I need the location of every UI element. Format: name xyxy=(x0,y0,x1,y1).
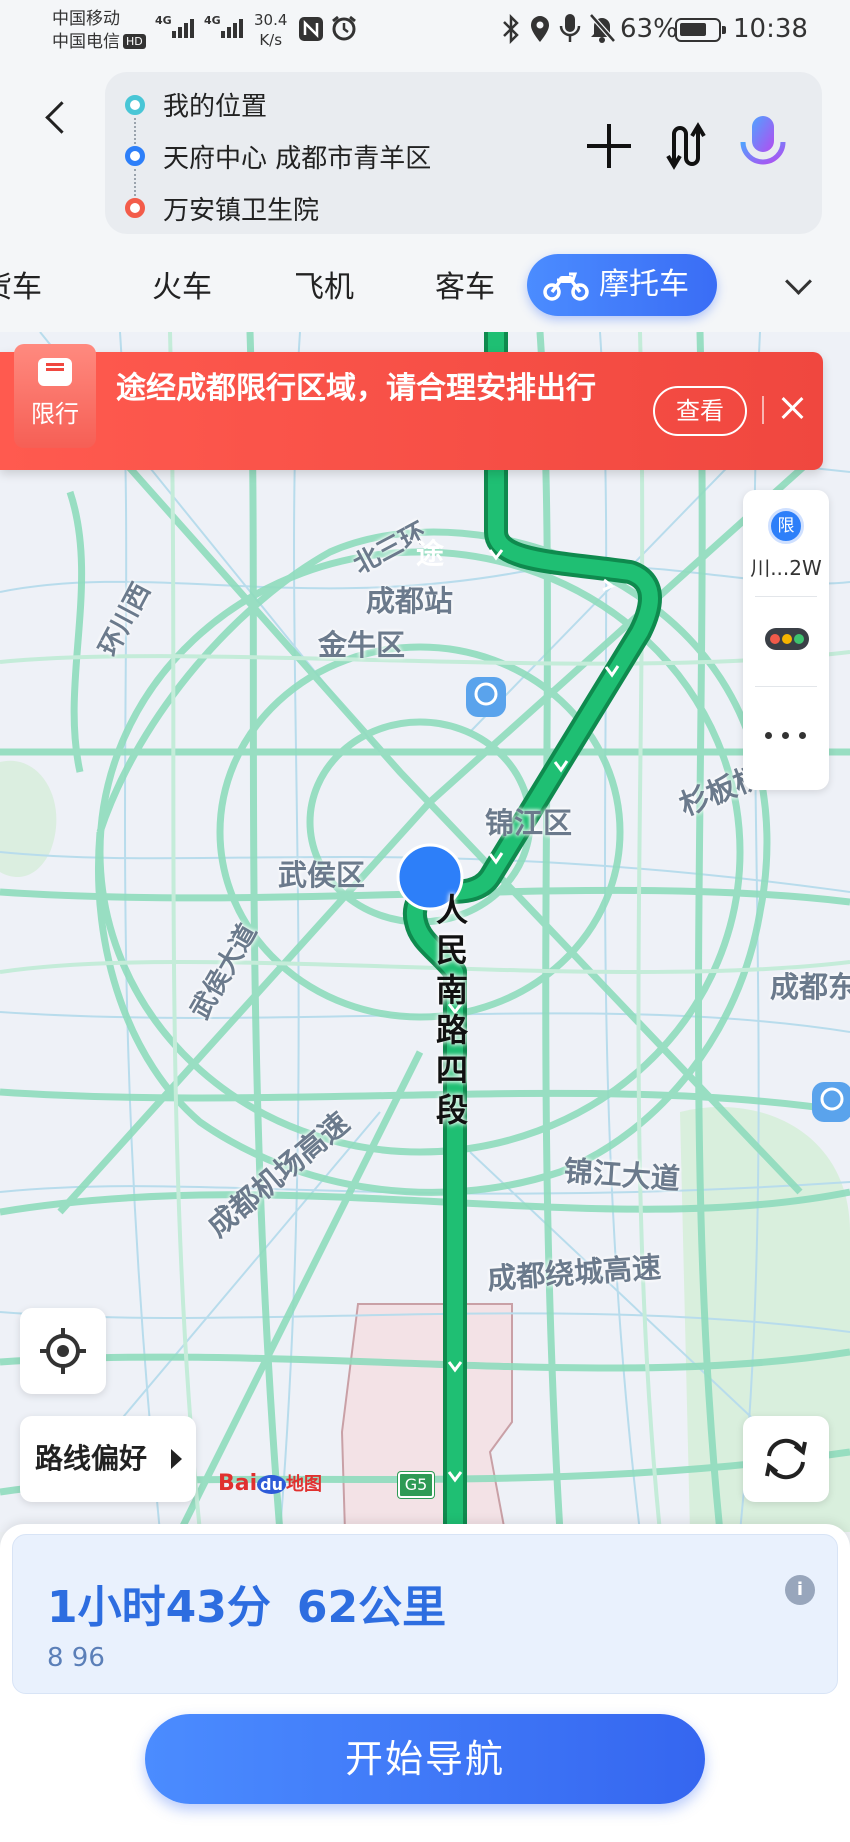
signal-2-label: 4G xyxy=(204,14,221,27)
divider xyxy=(755,596,817,597)
battery-percent: 63% xyxy=(620,14,678,44)
carrier-1: 中国移动 xyxy=(52,9,120,29)
caret-right-icon xyxy=(171,1449,182,1469)
locate-me-button[interactable] xyxy=(20,1308,106,1394)
map-canvas xyxy=(0,332,850,1532)
motorcycle-icon xyxy=(543,272,589,301)
route-waypoints-card: 我的位置 天府中心 成都市青羊区 万安镇卫生院 xyxy=(105,72,822,234)
divider xyxy=(762,396,764,424)
divider xyxy=(755,686,817,687)
map-label: 成都站 xyxy=(366,584,454,618)
view-restriction-button[interactable]: 查看 xyxy=(653,386,747,436)
restriction-banner[interactable]: 限行 途经成都限行区域，请合理安排出行 查看 xyxy=(0,344,823,470)
message-icon xyxy=(38,358,72,386)
location-icon xyxy=(531,16,549,42)
restriction-tag: 限行 xyxy=(14,344,96,448)
baidu-map-logo: Bai du 地图 xyxy=(218,1471,322,1496)
close-icon[interactable] xyxy=(775,390,811,426)
signal-1-label: 4G xyxy=(155,14,172,27)
back-button[interactable] xyxy=(38,90,78,146)
carrier-2: 中国电信 xyxy=(52,32,120,52)
route-extra-info: 8 96 xyxy=(47,1643,105,1673)
transport-mode-tabs: 货车 火车 飞机 客车 摩托车 xyxy=(0,240,850,332)
net-speed: 30.4 K/s xyxy=(254,11,288,49)
via-marker[interactable]: 途 xyxy=(398,532,462,572)
license-plate-text[interactable]: 川...2W xyxy=(743,552,829,581)
route-summary-card[interactable]: 1小时43分 62公里 8 96 i xyxy=(12,1534,838,1694)
end-point-field[interactable]: 万安镇卫生院 xyxy=(163,190,319,227)
more-options-icon[interactable] xyxy=(763,730,809,742)
hd-badge: HD xyxy=(123,34,146,49)
clock: 10:38 xyxy=(733,14,808,44)
carrier-info: 中国移动 中国电信 HD xyxy=(52,8,146,54)
waypoint-connector xyxy=(134,118,136,144)
plate-restriction-icon[interactable]: 限 xyxy=(768,508,804,544)
map-label: 锦江大道 xyxy=(562,1153,681,1197)
tab-motorcycle[interactable]: 摩托车 xyxy=(527,254,717,316)
map-side-toolbar: 限 川...2W xyxy=(743,490,829,790)
start-navigation-button[interactable]: 开始导航 xyxy=(145,1714,705,1804)
mute-bell-icon xyxy=(589,13,616,43)
alarm-icon xyxy=(332,15,356,41)
signal-2-icon xyxy=(221,16,243,38)
chevron-down-icon[interactable] xyxy=(783,270,815,302)
waypoint-connector xyxy=(134,169,136,196)
tab-plane[interactable]: 飞机 xyxy=(294,260,354,316)
route-preference-button[interactable]: 路线偏好 xyxy=(20,1416,196,1502)
restriction-message: 途经成都限行区域，请合理安排出行 xyxy=(116,371,596,406)
bluetooth-icon xyxy=(503,14,519,44)
crosshair-icon xyxy=(40,1328,86,1374)
voice-input-button[interactable] xyxy=(735,112,791,176)
status-bar: 中国移动 中国电信 HD 4G 4G 30.4 K/s 63% 10:38 xyxy=(0,0,850,60)
traffic-light-icon[interactable] xyxy=(765,628,809,650)
swap-route-button[interactable] xyxy=(660,120,708,172)
map-label: 成都东 xyxy=(770,970,850,1004)
route-distance: 62公里 xyxy=(296,1582,447,1633)
map-label: 金牛区 xyxy=(318,628,406,662)
nfc-icon xyxy=(299,17,323,41)
via-point-field[interactable]: 天府中心 成都市青羊区 xyxy=(163,138,431,175)
road-label-renmin: 人民南路四段 xyxy=(436,891,469,1129)
signal-1-icon xyxy=(172,16,194,38)
battery-icon xyxy=(675,18,726,42)
end-dot-icon xyxy=(125,198,145,218)
via-dot-icon xyxy=(125,146,145,166)
route-summary-sheet: 1小时43分 62公里 8 96 i 开始导航 xyxy=(0,1524,850,1842)
route-duration: 1小时43分 xyxy=(47,1582,271,1633)
tab-train[interactable]: 火车 xyxy=(152,260,212,316)
route-summary: 1小时43分 62公里 xyxy=(47,1571,446,1635)
map-label: 锦江区 xyxy=(485,806,573,840)
add-waypoint-button[interactable] xyxy=(585,122,633,170)
info-icon[interactable]: i xyxy=(785,1575,815,1605)
map-label: 武侯区 xyxy=(278,858,366,892)
start-dot-icon xyxy=(125,95,145,115)
tab-truck[interactable]: 货车 xyxy=(0,260,42,316)
tab-motorcycle-label: 摩托车 xyxy=(599,267,689,302)
route-header: 我的位置 天府中心 成都市青羊区 万安镇卫生院 xyxy=(0,60,850,240)
microphone-status-icon xyxy=(559,14,581,42)
tab-coach[interactable]: 客车 xyxy=(435,260,495,316)
refresh-icon xyxy=(765,1438,807,1480)
start-point-field[interactable]: 我的位置 xyxy=(163,86,267,123)
map-view[interactable]: 北三环 环川西 成都站 金牛区 杉板桥路 锦江区 武侯区 武侯大道 成都东 成都… xyxy=(0,332,850,1532)
refresh-route-button[interactable] xyxy=(743,1416,829,1502)
highway-shield: G5 xyxy=(398,1472,434,1498)
